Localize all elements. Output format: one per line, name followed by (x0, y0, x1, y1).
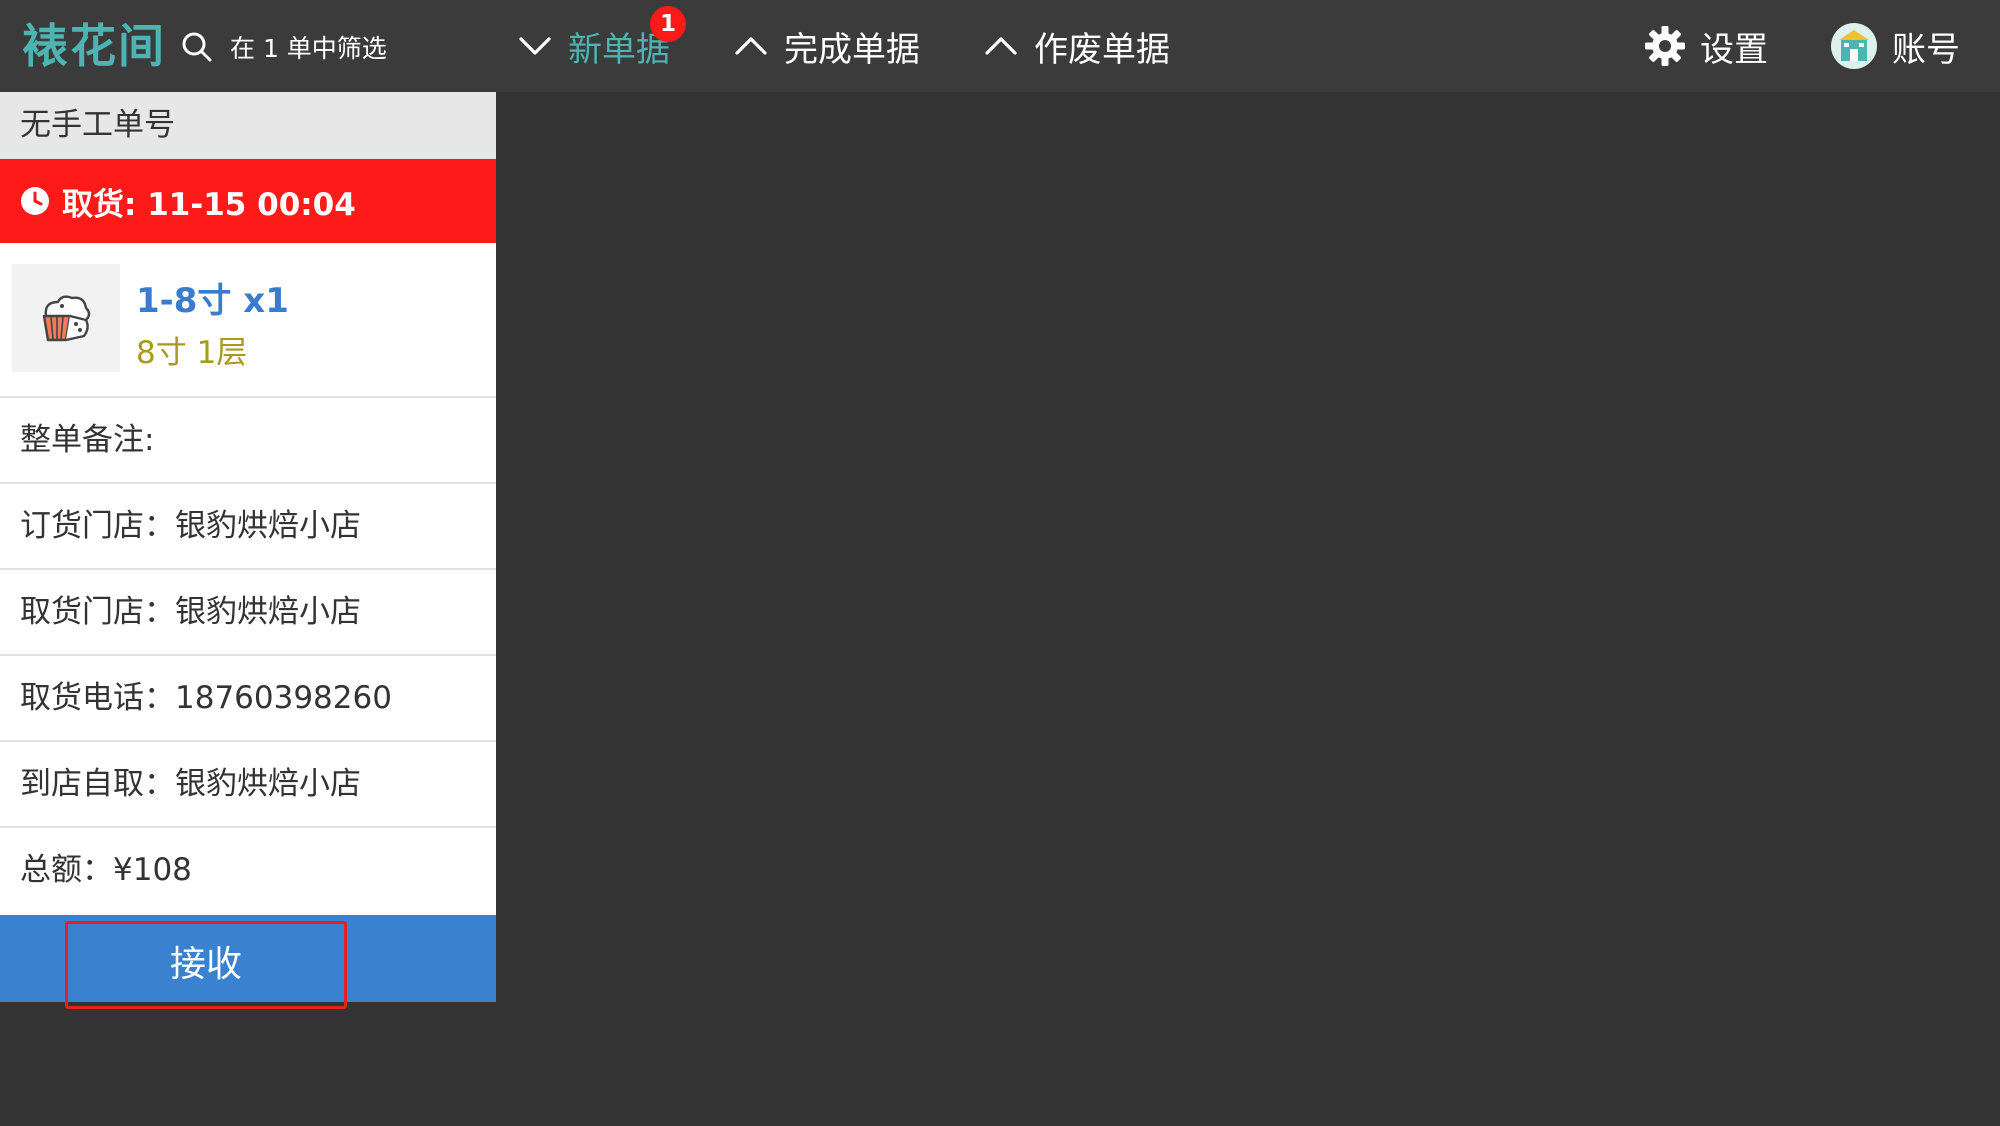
search-icon (182, 32, 212, 62)
pickup-time-bar: 取货: 11-15 00:04 (0, 159, 496, 243)
pickup-phone: 取货电话：18760398260 (0, 656, 496, 742)
product-spec: 8寸 1层 (136, 335, 248, 371)
top-bar: 裱花间 在 1 单中筛选 新单据 1 完成单据 作废单据 设置 账号 (0, 0, 2000, 92)
settings-label: 设置 (1700, 29, 1768, 70)
settings-button[interactable]: 设置 (1644, 18, 1768, 74)
product-name: 1-8寸 x1 (136, 281, 289, 321)
tab-label: 完成单据 (784, 29, 920, 70)
order-card: 无手工单号 取货: 11-15 00:04 1-8寸 x1 8寸 1层 整单备注… (0, 92, 496, 1009)
chevron-down-icon (519, 37, 551, 55)
tab-voided-orders[interactable]: 作废单据 (982, 18, 1170, 74)
account-button[interactable]: 账号 (1830, 18, 1960, 74)
chevron-up-icon (985, 37, 1017, 55)
search-filter[interactable]: 在 1 单中筛选 (180, 24, 387, 70)
product-thumbnail (12, 264, 120, 372)
manual-order-number: 无手工单号 (0, 92, 496, 159)
order-remark: 整单备注: (0, 398, 496, 484)
clock-icon (21, 187, 49, 215)
product-item: 1-8寸 x1 8寸 1层 (0, 243, 496, 398)
tab-label: 作废单据 (1034, 29, 1170, 70)
pickup-time: 取货: 11-15 00:04 (62, 186, 356, 223)
order-store: 订货门店：银豹烘焙小店 (0, 484, 496, 570)
search-text: 在 1 单中筛选 (230, 34, 387, 63)
self-pickup-store: 到店自取：银豹烘焙小店 (0, 742, 496, 828)
cake-icon (42, 295, 91, 342)
new-order-badge: 1 (650, 6, 686, 42)
chevron-up-icon (735, 37, 767, 55)
accept-bar: 接收 (0, 915, 496, 1009)
store-avatar-icon (1831, 23, 1877, 69)
tab-new-orders[interactable]: 新单据 1 (516, 6, 686, 74)
pickup-store: 取货门店：银豹烘焙小店 (0, 570, 496, 656)
gear-icon (1645, 26, 1685, 66)
app-brand: 裱花间 (22, 19, 166, 73)
account-label: 账号 (1892, 29, 1960, 70)
tab-completed-orders[interactable]: 完成单据 (732, 18, 920, 74)
accept-button[interactable]: 接收 (65, 921, 347, 1009)
order-total: 总额：¥108 (20, 852, 192, 888)
